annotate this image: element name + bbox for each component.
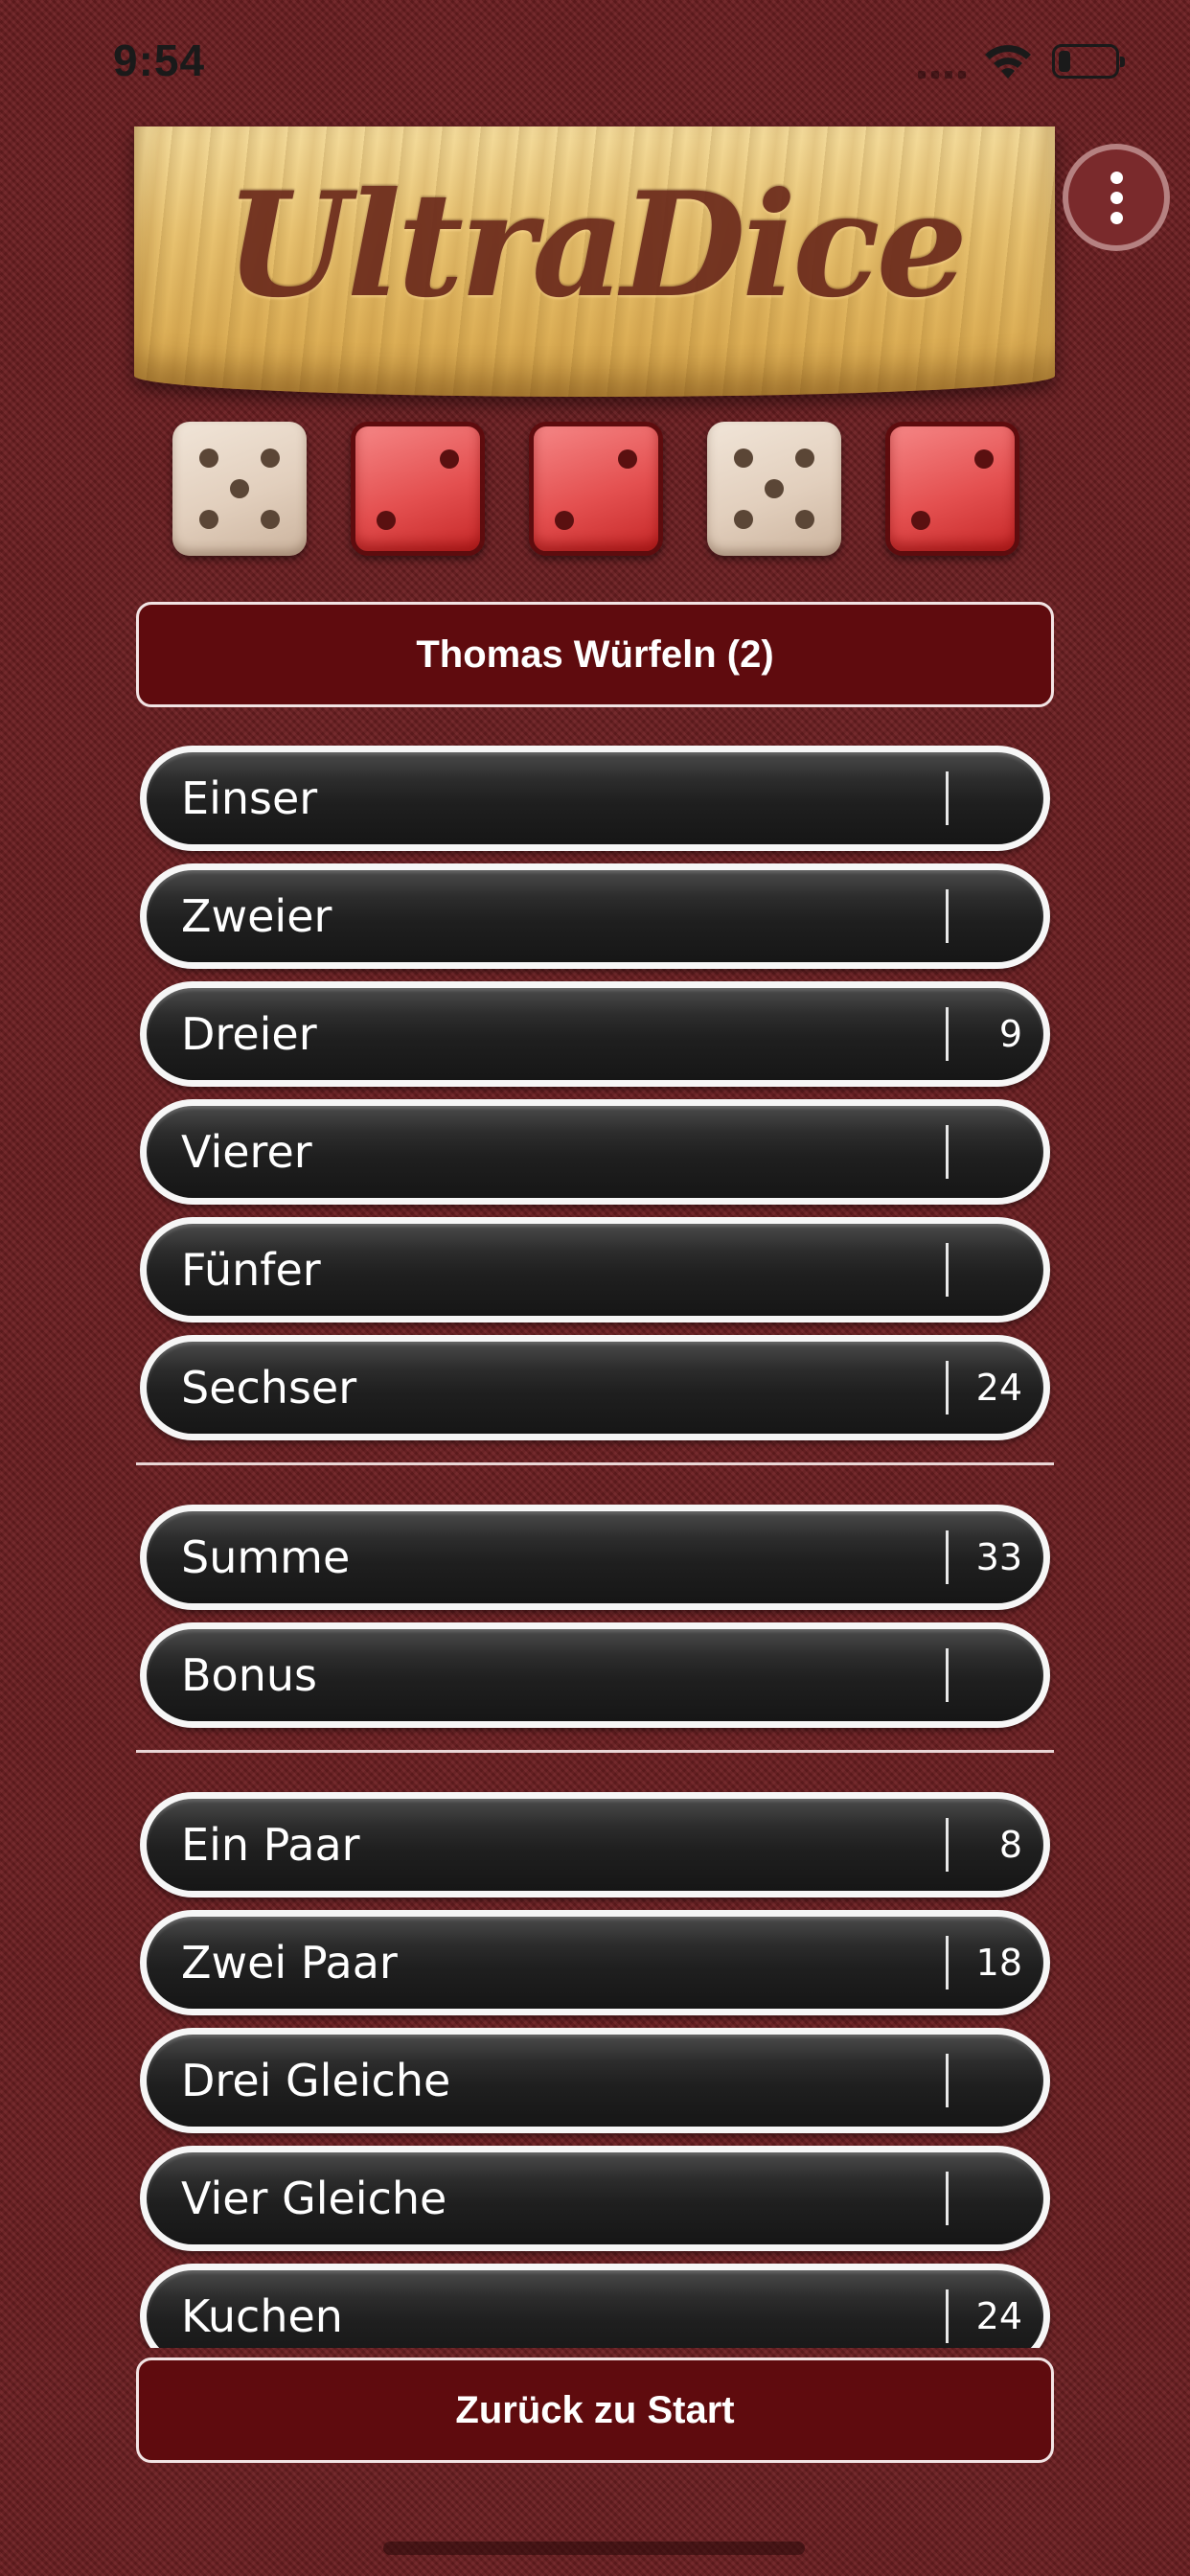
home-indicator [383, 2542, 805, 2555]
score-row-vierer[interactable]: Vierer [140, 1099, 1050, 1205]
score-row-sechser[interactable]: Sechser 24 [140, 1335, 1050, 1440]
score-label: Zwei Paar [181, 1937, 398, 1989]
score-label: Dreier [181, 1008, 317, 1060]
score-value: 9 [998, 1013, 1022, 1055]
score-label: Bonus [181, 1649, 317, 1701]
score-row-dreier[interactable]: Dreier 9 [140, 981, 1050, 1087]
score-value [946, 1106, 1022, 1198]
score-label: Vierer [181, 1126, 312, 1178]
score-label: Zweier [181, 890, 332, 942]
score-value [946, 870, 1022, 962]
score-row-einser[interactable]: Einser [140, 746, 1050, 851]
score-value [946, 1629, 1022, 1721]
score-row-zwei-paar[interactable]: Zwei Paar 18 [140, 1910, 1050, 2015]
score-row-summe: Summe 33 [140, 1505, 1050, 1610]
score-value [946, 2152, 1022, 2244]
score-list: Einser Zweier Dreier 9 Vierer Fünfer Sech… [0, 0, 1190, 2348]
score-label: Vier Gleiche [181, 2173, 447, 2224]
section-divider [136, 1462, 1054, 1465]
section-divider [136, 1750, 1054, 1753]
score-label: Einser [181, 772, 318, 824]
score-label: Kuchen [181, 2290, 343, 2342]
score-label: Sechser [181, 1362, 357, 1414]
score-value [946, 1224, 1022, 1316]
score-value: 33 [975, 1536, 1022, 1578]
score-row-kuchen[interactable]: Kuchen 24 [140, 2264, 1050, 2348]
score-label: Fünfer [181, 1244, 321, 1296]
score-row-zweier[interactable]: Zweier [140, 863, 1050, 969]
score-label: Summe [181, 1531, 351, 1583]
score-value [946, 752, 1022, 844]
score-value: 24 [975, 2295, 1022, 2337]
score-row-vier-gleiche[interactable]: Vier Gleiche [140, 2146, 1050, 2251]
back-to-start-button[interactable]: Zurück zu Start [136, 2358, 1054, 2463]
score-row-drei-gleiche[interactable]: Drei Gleiche [140, 2028, 1050, 2133]
score-label: Ein Paar [181, 1819, 360, 1871]
score-row-ein-paar[interactable]: Ein Paar 8 [140, 1792, 1050, 1898]
score-value [946, 2035, 1022, 2127]
score-value: 18 [975, 1942, 1022, 1984]
score-value: 8 [998, 1824, 1022, 1866]
score-row-fuenfer[interactable]: Fünfer [140, 1217, 1050, 1322]
score-value: 24 [975, 1367, 1022, 1409]
score-label: Drei Gleiche [181, 2055, 451, 2106]
score-row-bonus: Bonus [140, 1622, 1050, 1728]
